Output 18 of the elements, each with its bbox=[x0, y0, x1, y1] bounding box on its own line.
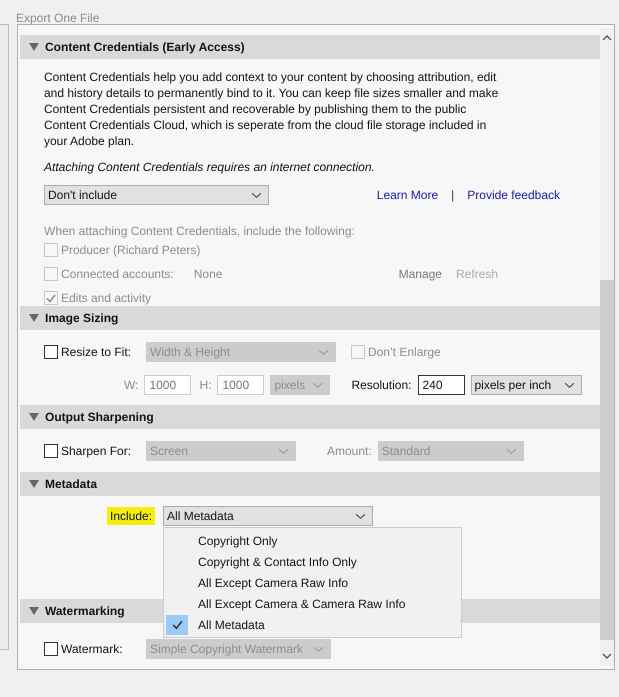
field-label: Resolution: bbox=[351, 378, 412, 392]
window-title: Export One File bbox=[16, 11, 100, 25]
checkbox-label: Sharpen For: bbox=[61, 444, 132, 458]
field-label: H: bbox=[199, 378, 212, 392]
separator-text: | bbox=[451, 188, 454, 202]
value-text: None bbox=[194, 267, 222, 281]
checkbox-label: Producer (Richard Peters) bbox=[61, 243, 200, 257]
checkbox-label: Edits and activity bbox=[61, 291, 152, 305]
checkbox-label: Resize to Fit: bbox=[61, 345, 132, 359]
checkbox-label: Don’t Enlarge bbox=[368, 345, 441, 359]
field-label: W: bbox=[124, 378, 138, 392]
checkbox-label: Connected accounts: bbox=[61, 267, 174, 281]
field-label: Include: bbox=[107, 507, 156, 525]
note-text: Attaching Content Credentials requires an internet connection. bbox=[44, 159, 376, 175]
checkbox-label: Watermark: bbox=[61, 642, 123, 656]
description-text: Content Credentials help you add context to your content by choosing attribution, edit and history details to permanently bind to it. You can keep file sizes smaller and make Content Credentials persistent and recoverable by publishing them to the public Content Credentials Cloud, which is seperate from the cloud file storage included in your Adobe plan. bbox=[44, 69, 500, 149]
section-text: When attaching Content Credentials, include the following: bbox=[44, 224, 356, 238]
field-label: Amount: bbox=[327, 444, 372, 458]
